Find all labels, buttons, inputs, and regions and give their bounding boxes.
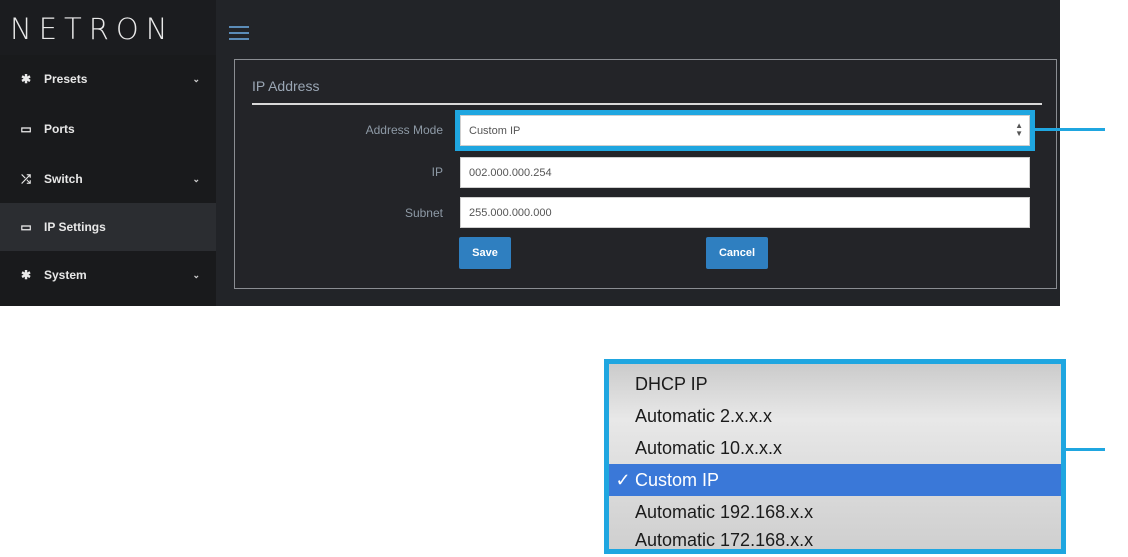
gear-icon: ✱ [20, 268, 32, 282]
shuffle-icon: ⤮ [21, 171, 31, 186]
ip-value: 002.000.000.254 [469, 166, 552, 179]
sidebar-item-ip-settings[interactable]: ▭ IP Settings [0, 203, 216, 251]
dropdown-option-automatic-2[interactable]: Automatic 2.x.x.x [609, 400, 1061, 432]
select-arrows-icon: ▲ ▼ [1015, 121, 1023, 138]
dropdown-option-custom-ip[interactable]: ✓ Custom IP [609, 464, 1061, 496]
hamburger-menu-icon[interactable] [229, 26, 249, 40]
subnet-field[interactable]: 255.000.000.000 [460, 197, 1030, 228]
chevron-down-icon: ⌄ [192, 173, 200, 184]
sidebar-item-label: Ports [44, 122, 75, 136]
sidebar-item-label: Switch [44, 172, 83, 186]
chevron-down-icon: ⌄ [192, 269, 200, 280]
option-label: Automatic 10.x.x.x [635, 437, 783, 458]
panel-title: IP Address [252, 78, 320, 94]
sidebar: ✱ Presets ⌄ ▭ Ports ⤮ Switch ⌄ ▭ IP Sett… [0, 55, 216, 306]
sidebar-item-label: Presets [44, 72, 88, 86]
dropdown-option-automatic-10[interactable]: Automatic 10.x.x.x [609, 432, 1061, 464]
option-label: Automatic 172.168.x.x [635, 529, 814, 550]
subnet-value: 255.000.000.000 [469, 206, 552, 219]
check-icon: ✓ [615, 469, 631, 490]
callout-line [1035, 128, 1105, 131]
gear-icon: ✱ [20, 72, 32, 86]
sidebar-item-label: IP Settings [44, 220, 106, 234]
monitor-icon: ▭ [20, 220, 32, 234]
brand-bar: NETRON [0, 0, 216, 55]
option-label: Custom IP [635, 469, 720, 490]
netron-logo: NETRON [10, 12, 175, 46]
sidebar-item-system[interactable]: ✱ System ⌄ [0, 251, 216, 299]
option-label: DHCP IP [635, 373, 708, 394]
sidebar-item-presets[interactable]: ✱ Presets ⌄ [0, 55, 216, 103]
subnet-label: Subnet [404, 206, 443, 220]
address-mode-label: Address Mode [365, 123, 443, 137]
ip-field[interactable]: 002.000.000.254 [460, 157, 1030, 188]
dropdown-option-automatic-172[interactable]: Automatic 172.168.x.x [609, 524, 1061, 556]
sidebar-item-ports[interactable]: ▭ Ports [0, 105, 216, 153]
chevron-down-icon: ⌄ [192, 73, 200, 84]
divider [252, 103, 1042, 105]
sidebar-item-switch[interactable]: ⤮ Switch ⌄ [0, 155, 216, 203]
ip-label: IP [431, 165, 443, 179]
monitor-icon: ▭ [20, 122, 32, 136]
cancel-button[interactable]: Cancel [706, 237, 768, 269]
netron-web-ui: NETRON ✱ Presets ⌄ ▭ Ports ⤮ Switch ⌄ ▭ … [0, 0, 1060, 306]
address-mode-dropdown: DHCP IP Automatic 2.x.x.x Automatic 10.x… [604, 359, 1066, 554]
option-label: Automatic 192.168.x.x [635, 501, 814, 522]
dropdown-option-dhcp[interactable]: DHCP IP [609, 368, 1061, 400]
sidebar-item-label: System [44, 268, 87, 282]
callout-line [1066, 448, 1105, 451]
option-label: Automatic 2.x.x.x [635, 405, 773, 426]
address-mode-value: Custom IP [469, 124, 521, 137]
save-button[interactable]: Save [459, 237, 511, 269]
address-mode-select[interactable]: Custom IP ▲ ▼ [455, 110, 1035, 151]
